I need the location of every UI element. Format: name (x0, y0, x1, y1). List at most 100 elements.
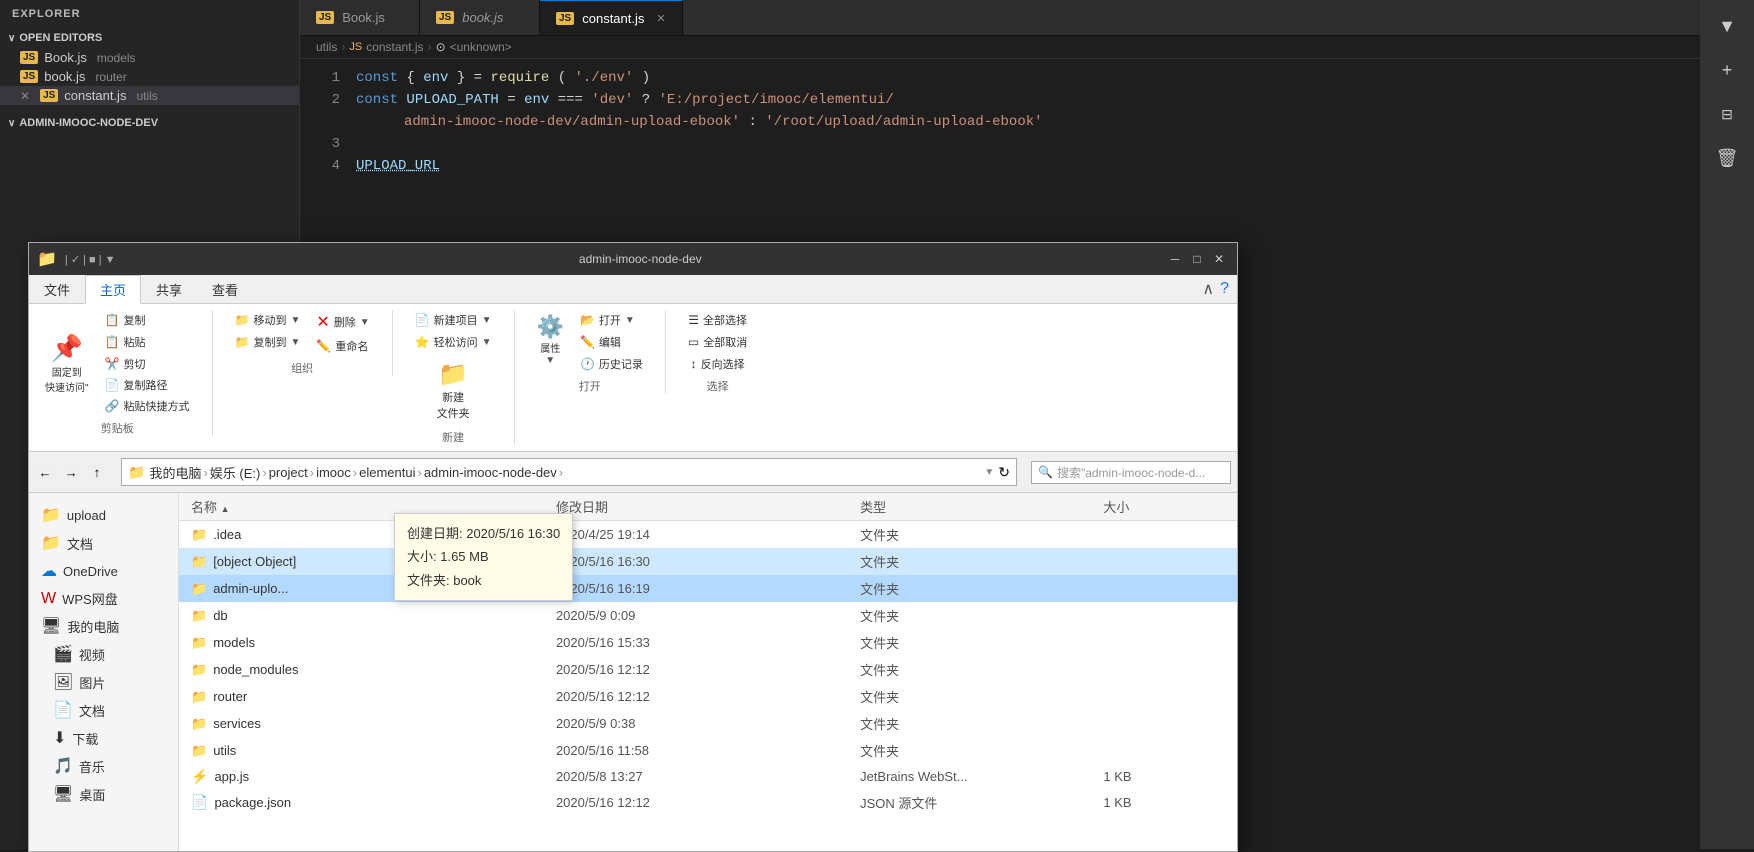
open-editors-section[interactable]: ∨ OPEN EDITORS (0, 28, 299, 48)
copy-path-icon: 📄 (105, 378, 120, 392)
tab-book-js[interactable]: JS Book.js (300, 0, 420, 35)
pin-btn[interactable]: 📌 固定到 快速访问" (39, 329, 95, 398)
invert-selection-btn[interactable]: ↕ 反向选择 (685, 354, 751, 374)
file-row-idea[interactable]: 📁.idea 2020/4/25 19:14 文件夹 (179, 521, 1237, 548)
open-file-book-js-models[interactable]: JS Book.js models (0, 48, 299, 67)
collapse-ribbon-btn[interactable]: ∧ (1202, 279, 1214, 299)
file-row-object-object[interactable]: 📁 [object Object] 2020/5/16 16:30 文件夹 ◀━… (179, 548, 1237, 575)
titlebar-title: admin-imooc-node-dev (124, 252, 1157, 266)
tab-book-js-lower[interactable]: JS book.js (420, 0, 540, 35)
refresh-btn[interactable]: ↻ (998, 464, 1010, 481)
file-row-utils[interactable]: 📁utils 2020/5/16 11:58 文件夹 (179, 737, 1237, 764)
nav-mypc[interactable]: 🖥 我的电脑 (29, 612, 178, 640)
address-path: 我的电脑 › 娱乐 (E:) › project › imooc › eleme… (149, 463, 980, 482)
nav-pictures[interactable]: 🖼 图片 (29, 668, 178, 696)
move-to-btn[interactable]: 📁 移动到 ▼ (229, 310, 307, 330)
file-row-admin-upload[interactable]: 📁admin-uplo... 2020/5/16 16:19 文件夹 (179, 575, 1237, 602)
split-editor-btn[interactable]: ⊟ (1707, 96, 1747, 132)
select-label: 选择 (707, 378, 729, 394)
copy-path-btn[interactable]: 📄 复制路径 (99, 375, 196, 395)
webstorm-icon: ⚡ (191, 768, 208, 785)
back-btn[interactable]: ← (35, 462, 55, 483)
ribbon-tab-view[interactable]: 查看 (197, 275, 253, 303)
nav-upload[interactable]: 📁 upload (29, 501, 178, 529)
titlebar-path-mini: | ✓ | ■ | ▼ (65, 253, 116, 266)
open-file-constant-js-utils[interactable]: ✕ JS constant.js utils (0, 86, 299, 105)
copy-to-icon: 📁 (235, 335, 250, 349)
select-none-btn[interactable]: ▭ 全部取消 (682, 332, 753, 352)
nav-onedrive[interactable]: ☁ OneDrive (29, 557, 178, 585)
picture-icon: 🖼 (53, 672, 73, 692)
folder-icon: 📁 (191, 716, 207, 732)
paste-shortcut-btn[interactable]: 🔗 粘贴快捷方式 (99, 396, 196, 416)
copy-to-btn[interactable]: 📁 复制到 ▼ (229, 332, 307, 352)
download-icon: ⬇ (53, 728, 66, 748)
nav-documents[interactable]: 📁 文档 (29, 529, 178, 557)
col-size[interactable]: 大小 (1103, 497, 1225, 516)
col-type[interactable]: 类型 (860, 497, 1103, 516)
rename-btn[interactable]: ✏️ 重命名 (310, 336, 375, 356)
close-btn[interactable]: ✕ (1209, 249, 1229, 269)
open-group: ⚙️ 属性 ▼ 📂 打开 ▼ ✏️ 编辑 🕐 (531, 310, 666, 394)
edit-btn[interactable]: ✏️ 编辑 (574, 332, 649, 352)
forward-btn[interactable]: → (61, 462, 81, 483)
delete-editor-btn[interactable]: 🗑 (1707, 140, 1747, 176)
ribbon-tab-home[interactable]: 主页 (85, 275, 141, 304)
cloud-icon: ☁ (41, 561, 57, 581)
cut-btn[interactable]: ✂️ 剪切 (99, 354, 196, 374)
tab-constant-js[interactable]: JS constant.js ✕ (540, 0, 683, 35)
new-item-btn[interactable]: 📄 新建项目 ▼ (409, 310, 498, 330)
address-bar[interactable]: 📁 我的电脑 › 娱乐 (E:) › project › imooc › ele… (121, 458, 1017, 486)
copy-btn[interactable]: 📋 复制 (99, 310, 196, 330)
folder-icon: 📁 (191, 554, 207, 570)
easy-access-btn[interactable]: ⭐ 轻松访问 ▼ (409, 332, 498, 352)
nav-docs2[interactable]: 📄 文档 (29, 696, 178, 724)
minimize-btn[interactable]: ─ (1165, 249, 1185, 269)
open-file-book-js-router[interactable]: JS book.js router (0, 67, 299, 86)
properties-btn[interactable]: ⚙️ 属性 ▼ (531, 310, 570, 370)
nav-music[interactable]: 🎵 音乐 (29, 752, 178, 780)
file-row-models[interactable]: 📁models 2020/5/16 15:33 文件夹 (179, 629, 1237, 656)
folder-icon: 📁 (191, 689, 207, 705)
select-all-btn[interactable]: ☰ 全部选择 (682, 310, 753, 330)
delete-btn[interactable]: ✕ 删除 ▼ (310, 310, 375, 334)
col-date[interactable]: 修改日期 (556, 497, 860, 516)
pc-icon: 🖥 (41, 616, 61, 636)
up-btn[interactable]: ↑ (87, 462, 107, 483)
file-row-db[interactable]: 📁db 2020/5/9 0:09 文件夹 (179, 602, 1237, 629)
ribbon-tabs: 文件 主页 共享 查看 ∧ ? (29, 275, 1237, 304)
tooltip: 创建日期: 2020/5/16 16:30 大小: 1.65 MB 文件夹: b… (394, 513, 573, 601)
open-btn[interactable]: 📂 打开 ▼ (574, 310, 649, 330)
ribbon-tab-file[interactable]: 文件 (29, 275, 85, 303)
file-row-node-modules[interactable]: 📁node_modules 2020/5/16 12:12 文件夹 (179, 656, 1237, 683)
ribbon-tab-share[interactable]: 共享 (141, 275, 197, 303)
folder-icon: 📁 (41, 533, 61, 553)
nav-wps[interactable]: W WPS网盘 (29, 585, 178, 612)
select-btns: ☰ 全部选择 ▭ 全部取消 ↕ 反向选择 (682, 310, 753, 374)
clipboard-btns: 📌 固定到 快速访问" 📋 复制 📋 粘贴 (39, 310, 196, 416)
paste-btn[interactable]: 📋 粘贴 (99, 332, 196, 352)
nav-downloads[interactable]: ⬇ 下载 (29, 724, 178, 752)
new-label: 新建 (442, 429, 464, 445)
search-bar[interactable]: 🔍 搜索"admin-imooc-node-d... (1031, 461, 1231, 484)
file-row-appjs[interactable]: ⚡ app.js 2020/5/8 13:27 JetBrains WebSt.… (179, 764, 1237, 789)
file-row-package-json[interactable]: 📄 package.json 2020/5/16 12:12 JSON 源文件 … (179, 789, 1237, 816)
properties-icon: ⚙️ (537, 314, 564, 340)
new-folder-btn[interactable]: 📁 新建 文件夹 (431, 356, 476, 425)
help-btn[interactable]: ? (1220, 280, 1229, 298)
code-line-1: 1 const { env } = require ( './env' ) (300, 67, 1754, 89)
organize-btns: 📁 移动到 ▼ 📁 复制到 ▼ ✕ 删除 ▼ (229, 310, 376, 356)
history-btn[interactable]: 🕐 历史记录 (574, 354, 649, 374)
nav-desktop[interactable]: 🖥 桌面 (29, 780, 178, 808)
file-row-router[interactable]: 📁router 2020/5/16 12:12 文件夹 (179, 683, 1237, 710)
maximize-btn[interactable]: □ (1187, 249, 1207, 269)
video-icon: 🎬 (53, 644, 73, 664)
close-icon[interactable]: ✕ (20, 89, 30, 103)
nav-video[interactable]: 🎬 视频 (29, 640, 178, 668)
dropdown-action-btn[interactable]: ▼ (1707, 8, 1747, 44)
code-line-2-cont: admin-imooc-node-dev/admin-upload-ebook'… (300, 111, 1754, 133)
add-editor-btn[interactable]: + (1707, 52, 1747, 88)
project-section[interactable]: ∨ ADMIN-IMOOC-NODE-DEV (0, 113, 299, 133)
file-row-services[interactable]: 📁services 2020/5/9 0:38 文件夹 (179, 710, 1237, 737)
tab-close-icon[interactable]: ✕ (656, 12, 665, 25)
